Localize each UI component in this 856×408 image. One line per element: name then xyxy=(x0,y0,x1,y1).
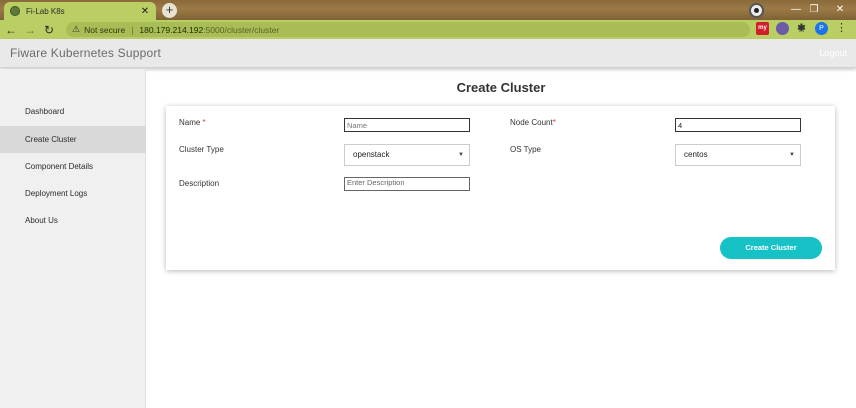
extension-my-icon[interactable]: my xyxy=(756,22,769,35)
warning-icon: ⚠ xyxy=(72,24,81,34)
sidebar-item-deployment-logs[interactable]: Deployment Logs xyxy=(0,180,146,207)
description-label: Description xyxy=(179,179,220,188)
sidebar-item-about-us[interactable]: About Us xyxy=(0,207,146,234)
app-header: Fiware Kubernetes Support Logout xyxy=(0,39,856,68)
name-label-text: Name xyxy=(179,118,201,127)
cluster-type-label: Cluster Type xyxy=(179,145,224,154)
sidebar-item-dashboard[interactable]: Dashboard xyxy=(0,98,146,125)
address-bar[interactable]: ⚠ Not secure | 180.179.214.192 :5000/clu… xyxy=(66,22,806,37)
url-host: 180.179.214.192 xyxy=(139,24,204,35)
name-label: Name * xyxy=(179,118,205,127)
forward-icon[interactable]: → xyxy=(22,22,38,38)
node-count-input[interactable] xyxy=(675,118,801,132)
reload-icon[interactable]: ↻ xyxy=(41,22,57,38)
tab-title: Fi-Lab K8s xyxy=(26,6,65,16)
browser-tab[interactable]: Fi-Lab K8s ✕ xyxy=(4,2,156,20)
omnibox-divider: | xyxy=(131,24,134,35)
url-path: :5000/cluster/cluster xyxy=(203,24,280,35)
app-brand: Fiware Kubernetes Support xyxy=(10,46,162,60)
chevron-down-icon: ▼ xyxy=(789,152,795,158)
back-icon[interactable]: ← xyxy=(3,22,19,38)
required-marker: * xyxy=(552,118,556,127)
cluster-type-select[interactable]: openstack ▼ xyxy=(344,144,470,166)
profile-avatar[interactable]: P xyxy=(815,22,828,35)
create-cluster-button[interactable]: Create Cluster xyxy=(720,237,822,259)
os-type-select[interactable]: centos ▼ xyxy=(675,144,801,166)
chevron-down-icon: ▼ xyxy=(458,152,464,158)
favicon-icon xyxy=(10,6,20,16)
description-textarea[interactable] xyxy=(344,177,470,191)
sidebar-item-create-cluster[interactable]: Create Cluster xyxy=(0,126,146,153)
page-title: Create Cluster xyxy=(456,80,546,95)
required-marker: * xyxy=(202,118,206,127)
close-window-icon[interactable]: ✕ xyxy=(826,2,854,18)
new-tab-button[interactable]: + xyxy=(162,3,177,18)
sidebar: Dashboard Create Cluster Component Detai… xyxy=(0,69,146,408)
browser-toolbar: ← → ↻ ⚠ Not secure | 180.179.214.192 :50… xyxy=(0,20,856,39)
browser-tab-strip: Fi-Lab K8s ✕ + — ❐ ✕ xyxy=(0,0,856,20)
extension-circle-icon[interactable] xyxy=(776,22,789,35)
browser-menu-icon[interactable]: ⋮ xyxy=(836,21,847,34)
close-tab-icon[interactable]: ✕ xyxy=(140,6,150,17)
cluster-type-value: openstack xyxy=(353,150,390,159)
os-type-label: OS Type xyxy=(510,145,541,154)
node-count-label-text: Node Count xyxy=(510,118,553,127)
restore-icon[interactable]: ❐ xyxy=(800,2,828,18)
logout-link[interactable]: Logout xyxy=(819,48,847,58)
extensions-puzzle-icon[interactable]: ✱ xyxy=(795,22,808,35)
name-input[interactable] xyxy=(344,118,470,132)
sidebar-item-component-details[interactable]: Component Details xyxy=(0,153,146,180)
security-label: Not secure xyxy=(84,24,126,35)
media-control-icon[interactable] xyxy=(749,3,764,18)
node-count-label: Node Count* xyxy=(510,118,556,127)
os-type-value: centos xyxy=(684,150,708,159)
